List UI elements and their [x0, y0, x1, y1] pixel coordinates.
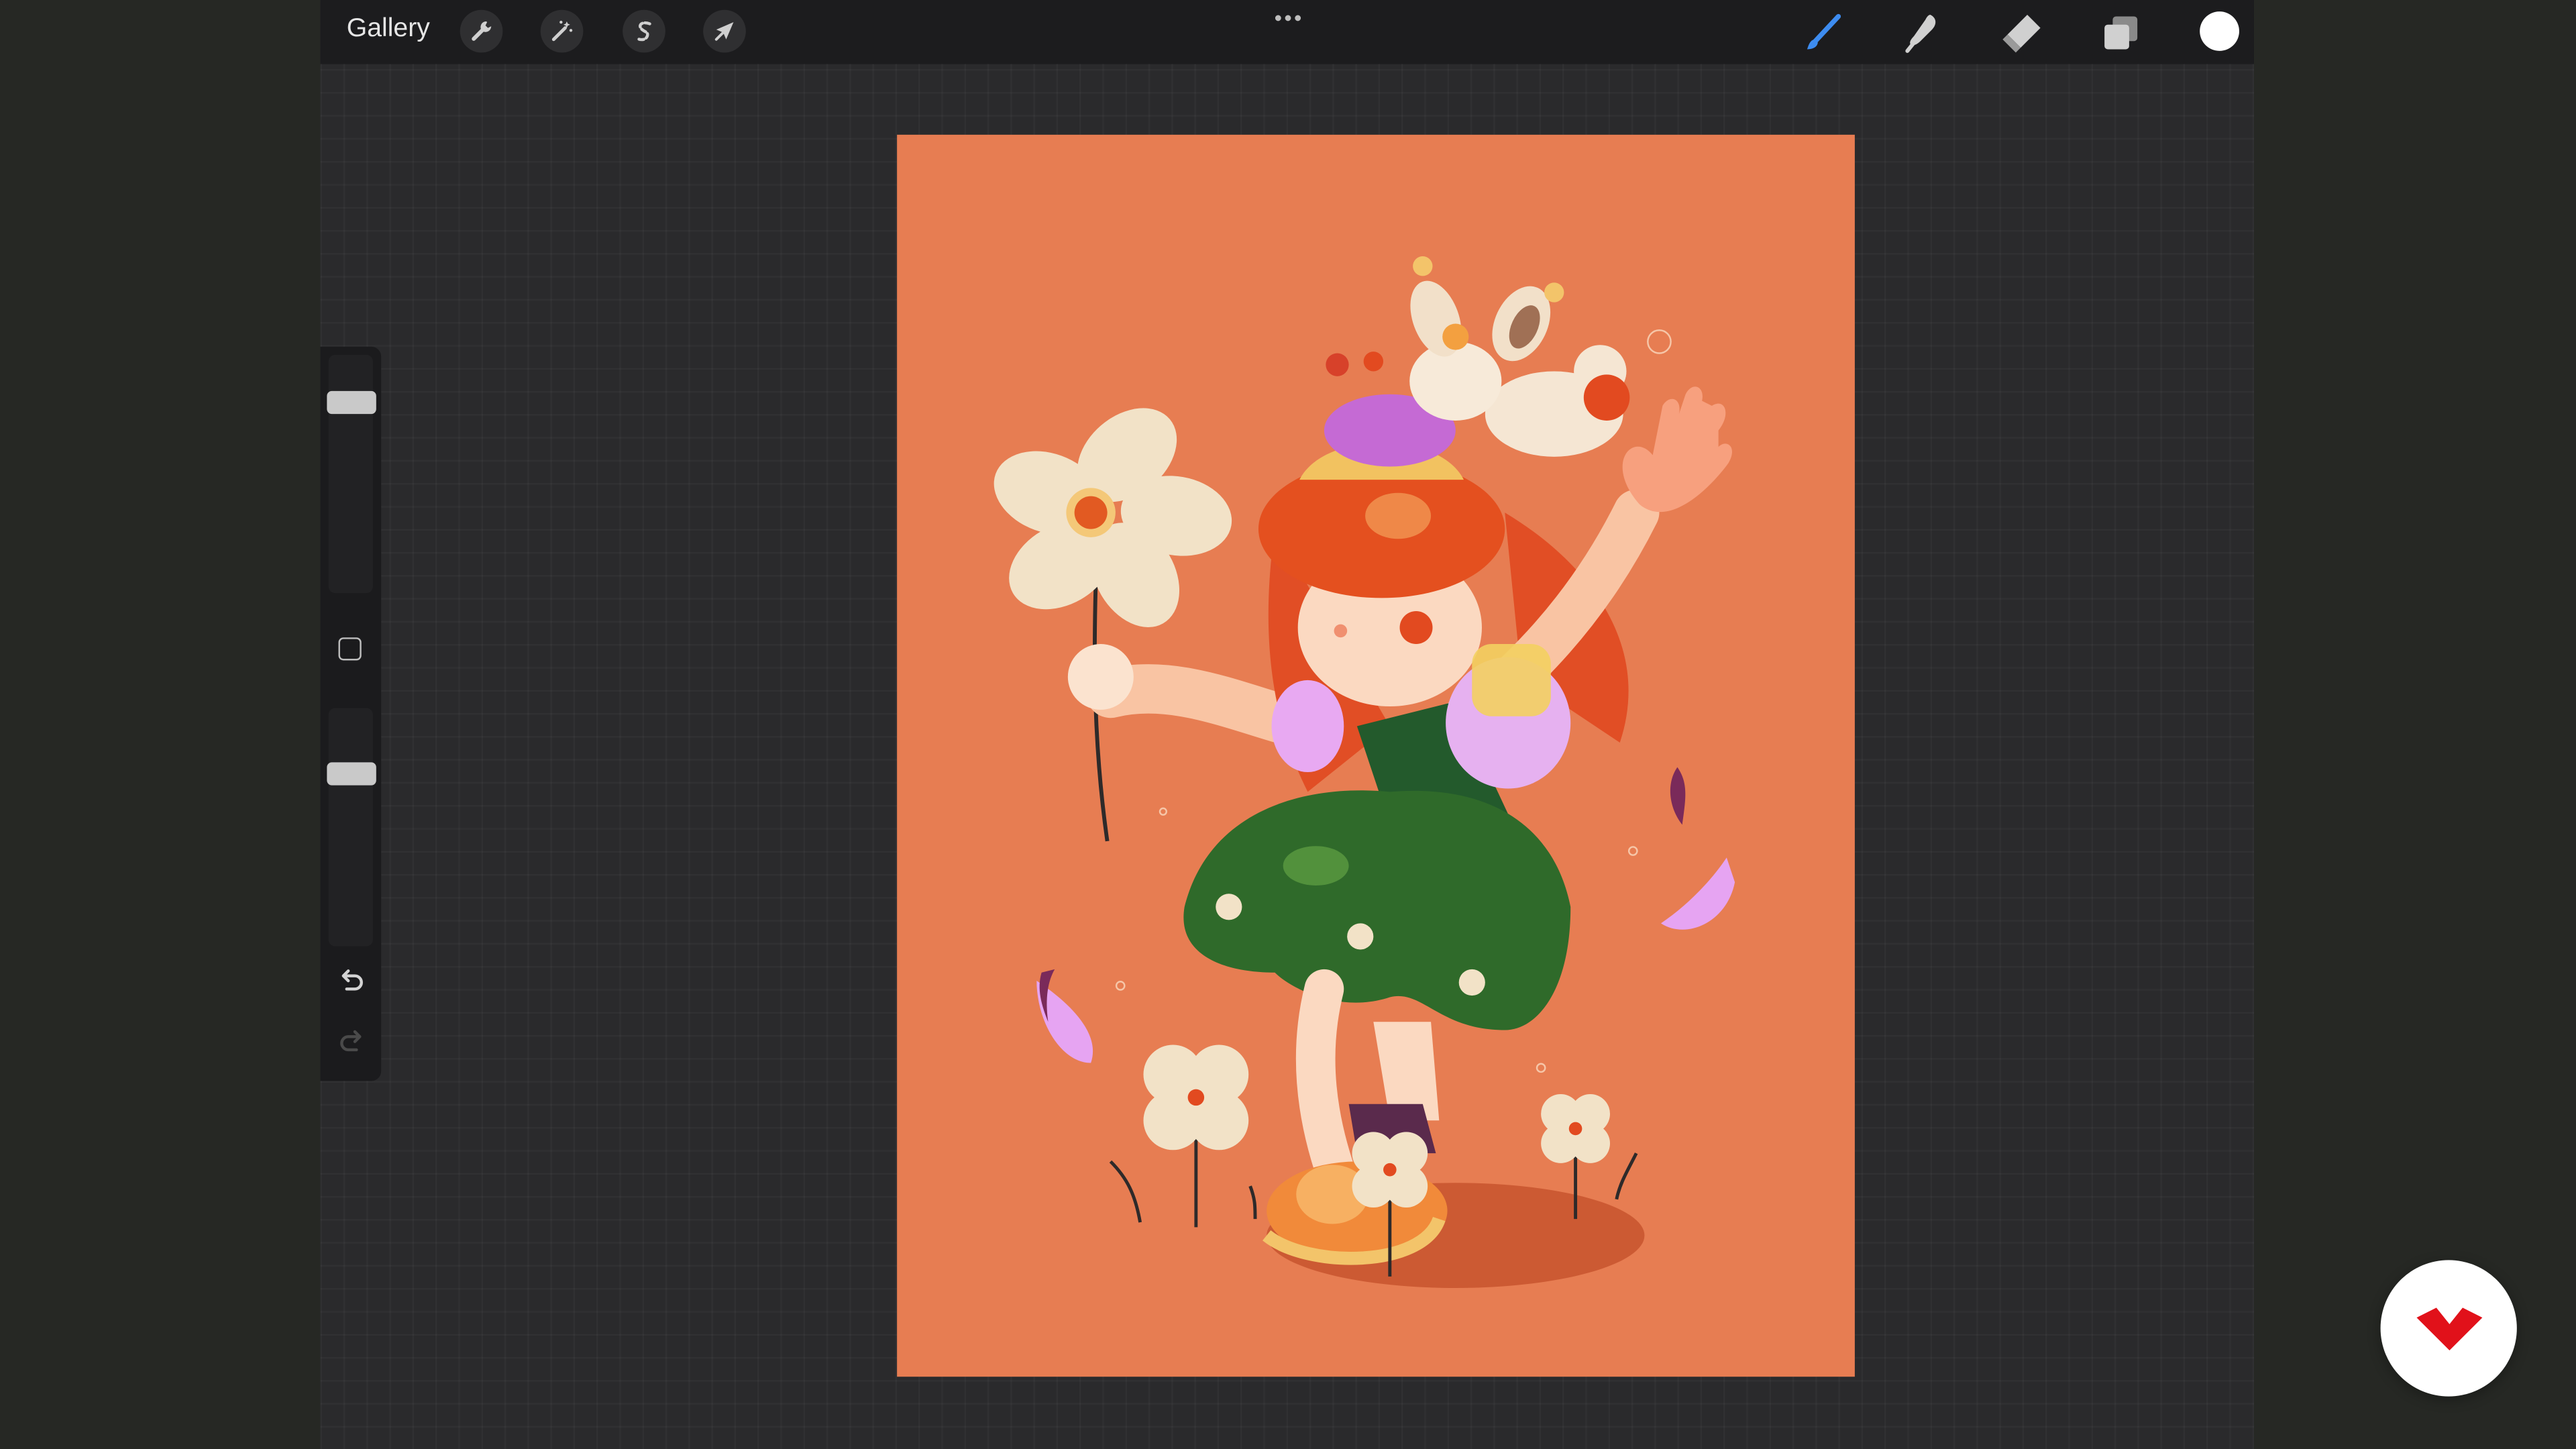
- color-swatch-button[interactable]: [2200, 11, 2239, 51]
- artwork: [994, 256, 1735, 1289]
- gallery-button[interactable]: Gallery: [347, 15, 430, 44]
- top-toolbar: Gallery: [320, 0, 2255, 64]
- drawing-canvas[interactable]: [897, 134, 1855, 1377]
- redo-icon[interactable]: [335, 1027, 368, 1060]
- more-dots-icon[interactable]: [1270, 8, 1306, 28]
- transform-button[interactable]: [703, 9, 746, 53]
- brush-size-thumb[interactable]: [327, 391, 376, 415]
- brush-size-slider[interactable]: [328, 354, 373, 594]
- paint-tool-button[interactable]: [1799, 8, 1848, 57]
- red-logo-icon: [2416, 1307, 2482, 1350]
- wrench-icon: [472, 21, 492, 41]
- brush-icon: [1807, 13, 1841, 50]
- adjustments-button[interactable]: [540, 9, 584, 53]
- undo-icon[interactable]: [335, 966, 368, 999]
- brush-opacity-slider[interactable]: [328, 708, 373, 947]
- arrow-cursor-icon: [714, 22, 734, 41]
- selection-button[interactable]: [623, 9, 665, 53]
- magic-wand-icon: [551, 20, 573, 42]
- smudge-tool-button[interactable]: [1898, 8, 1947, 57]
- eraser-icon: [2002, 15, 2041, 53]
- watermark-badge: [2380, 1260, 2517, 1397]
- selection-s-icon: [636, 21, 651, 42]
- layers-icon: [2104, 16, 2138, 50]
- left-sidebar: [320, 346, 382, 1081]
- erase-tool-button[interactable]: [1998, 8, 2047, 57]
- actions-button[interactable]: [460, 9, 503, 53]
- brush-opacity-thumb[interactable]: [327, 761, 376, 786]
- smudge-icon: [1905, 15, 1936, 53]
- screen: Gallery: [0, 0, 2576, 1449]
- daisy-left: [994, 408, 1232, 628]
- modify-button[interactable]: [338, 637, 362, 661]
- layers-button[interactable]: [2096, 8, 2145, 57]
